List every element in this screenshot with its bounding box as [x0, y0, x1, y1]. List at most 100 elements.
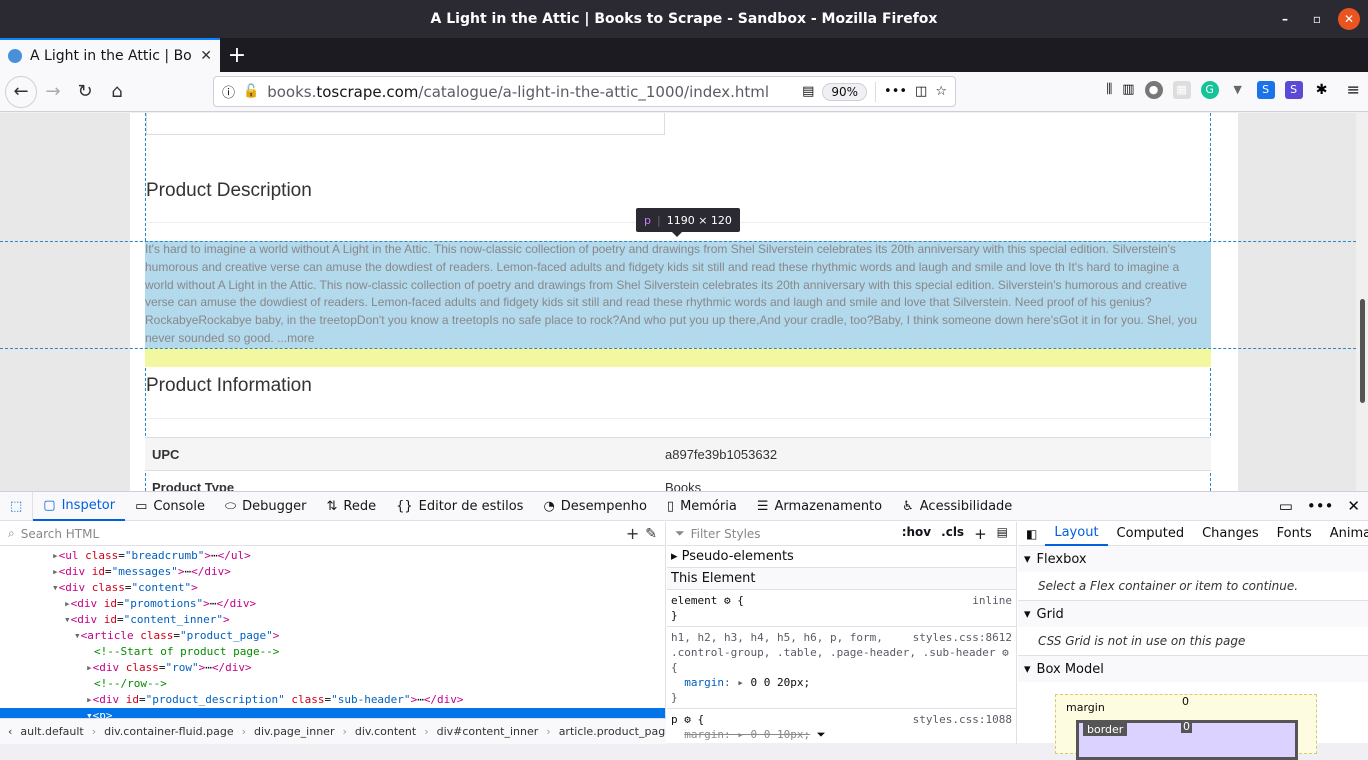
tree-node[interactable]: <!--/row--> — [0, 676, 665, 692]
site-info-icon[interactable]: ⓘ — [222, 82, 235, 101]
forward-button[interactable]: → — [37, 76, 69, 108]
insecure-lock-icon[interactable]: 🔓 — [243, 84, 259, 99]
element-picker-button[interactable]: ⬚ — [0, 491, 34, 521]
dock-icon[interactable]: ▭ — [1279, 497, 1293, 515]
gear-icon[interactable]: ⚙ — [684, 713, 691, 726]
eyedropper-icon[interactable]: ✎ — [645, 526, 657, 542]
tab-changes[interactable]: Changes — [1193, 522, 1268, 546]
add-node-icon[interactable]: + — [626, 524, 639, 543]
page-actions-icon[interactable]: ••• — [884, 84, 907, 99]
close-window-button[interactable]: ✕ — [1338, 8, 1360, 30]
extension-grid-icon[interactable]: ▦ — [1172, 80, 1191, 99]
tree-node[interactable]: ▸<div id="messages">⋯</div> — [0, 564, 665, 580]
breadcrumb-item[interactable]: ault.default — [20, 725, 83, 738]
tab-console[interactable]: ▭ Console — [125, 492, 215, 521]
performance-icon: ◔ — [543, 498, 555, 514]
element-rule[interactable]: inline element ⚙ {} — [667, 590, 1016, 627]
home-button[interactable]: ⌂ — [101, 76, 133, 108]
grammarly-icon[interactable]: G — [1200, 80, 1219, 99]
add-rule-icon[interactable]: + — [974, 525, 987, 543]
extension-paw-icon[interactable]: ✱ — [1313, 81, 1331, 99]
tab-accessibility[interactable]: ♿ Acessibilidade — [892, 492, 1022, 521]
tree-node[interactable]: ▾<article class="product_page"> — [0, 628, 665, 644]
search-html-input[interactable]: Search HTML — [21, 527, 99, 541]
toggle-sidebar-icon[interactable]: ◧ — [1018, 527, 1045, 541]
css-rule[interactable]: styles.css:8612 h1, h2, h3, h4, h5, h6, … — [667, 627, 1016, 709]
tab-inspector[interactable]: ▢ Inspetor — [33, 492, 126, 521]
rule-source[interactable]: inline — [972, 593, 1012, 608]
box-model-margin[interactable]: margin 0 border 0 — [1055, 694, 1317, 760]
tab-animations[interactable]: Animat — [1321, 522, 1368, 546]
browser-tab[interactable]: A Light in the Attic | Books to Scrape ✕ — [0, 38, 220, 72]
collapse-arrow-icon: ▾ — [1024, 551, 1031, 567]
tree-node[interactable]: <!--Start of product page--> — [0, 644, 665, 660]
breadcrumb-scroll-left-icon[interactable]: ‹ — [8, 725, 12, 738]
tab-strip: A Light in the Attic | Books to Scrape ✕… — [0, 38, 1368, 72]
tab-style-editor[interactable]: {} Editor de estilos — [386, 492, 533, 521]
breadcrumb-item[interactable]: div.content — [355, 725, 416, 738]
bookmark-star-icon[interactable]: ☆ — [935, 84, 947, 99]
tab-memory[interactable]: ▯ Memória — [657, 492, 747, 521]
tab-performance[interactable]: ◔ Desempenho — [533, 492, 656, 521]
print-media-icon[interactable]: ▤ — [997, 525, 1008, 543]
reload-button[interactable]: ↻ — [69, 76, 101, 108]
gear-icon[interactable]: ⚙ — [1002, 646, 1009, 659]
pocket-icon[interactable]: ◫ — [915, 84, 927, 99]
minimize-button[interactable]: – — [1274, 8, 1296, 30]
tab-computed[interactable]: Computed — [1108, 522, 1194, 546]
box-model-border[interactable]: border 0 — [1076, 720, 1298, 760]
console-icon: ▭ — [135, 498, 148, 514]
tree-node[interactable]: ▸<ul class="breadcrumb">⋯</ul> — [0, 548, 665, 564]
tab-debugger[interactable]: ⬭ Debugger — [215, 492, 316, 521]
breadcrumb: ‹ ault.default › div.container-fluid.page… — [0, 718, 666, 744]
breadcrumb-item[interactable]: div#content_inner — [437, 725, 539, 738]
back-button[interactable]: ← — [5, 75, 37, 108]
zoom-indicator[interactable]: 90% — [822, 82, 868, 101]
tab-layout[interactable]: Layout — [1045, 522, 1108, 546]
url-bar[interactable]: ⓘ 🔓 books.toscrape.com/catalogue/a-light… — [213, 76, 956, 107]
devtools-menu-icon[interactable]: ••• — [1307, 497, 1334, 515]
tab-storage[interactable]: ☰ Armazenamento — [747, 492, 892, 521]
tree-node[interactable]: ▾<div id="content_inner"> — [0, 612, 665, 628]
page-scrollbar[interactable] — [1356, 113, 1368, 491]
gear-icon[interactable]: ⚙ — [724, 594, 731, 607]
pseudo-elements-section[interactable]: ▸ Pseudo-elements — [667, 546, 1016, 568]
tree-node[interactable]: ▸<div class="row">⋯</div> — [0, 660, 665, 676]
menu-icon[interactable]: ≡ — [1347, 80, 1360, 99]
breadcrumb-item[interactable]: div.page_inner — [254, 725, 334, 738]
markup-tree[interactable]: ▸<ul class="breadcrumb">⋯</ul> ▸<div id=… — [0, 546, 665, 724]
flexbox-section: ▾ Flexbox Select a Flex container or item… — [1018, 546, 1368, 601]
library-icon[interactable]: ⫼ — [1106, 82, 1112, 97]
new-tab-button[interactable]: + — [220, 38, 254, 72]
css-rule[interactable]: styles.css:1088 p ⚙ { margin: ▸ 0 0 10px… — [667, 709, 1016, 745]
close-tab-icon[interactable]: ✕ — [200, 48, 212, 64]
extension-v-icon[interactable]: ▼ — [1229, 81, 1247, 99]
url-text[interactable]: books.toscrape.com/catalogue/a-light-in-… — [267, 83, 794, 101]
cls-toggle[interactable]: .cls — [941, 525, 964, 543]
sidebar-icon[interactable]: ▥ — [1122, 82, 1134, 97]
reader-view-icon[interactable]: ▤ — [802, 84, 814, 99]
close-devtools-icon[interactable]: ✕ — [1347, 497, 1360, 515]
tree-node[interactable]: ▸<div id="promotions">⋯</div> — [0, 596, 665, 612]
extension-s-purple-icon[interactable]: S — [1284, 80, 1303, 99]
tab-network[interactable]: ⇅ Rede — [316, 492, 386, 521]
box-model-header[interactable]: ▾ Box Model — [1018, 656, 1368, 682]
tree-node[interactable]: ▸<div id="product_description" class="su… — [0, 692, 665, 708]
grid-header[interactable]: ▾ Grid — [1018, 601, 1368, 627]
filter-styles-input[interactable]: Filter Styles — [691, 527, 761, 541]
rule-source[interactable]: styles.css:8612 — [913, 630, 1012, 645]
product-info-table: UPC a897fe39b1053632 Product Type Books — [145, 437, 1211, 491]
filter-icon[interactable]: ⏷ — [817, 728, 826, 741]
extension-s-blue-icon[interactable]: S — [1256, 80, 1275, 99]
extension-avatar-icon[interactable]: ● — [1144, 80, 1163, 99]
breadcrumb-item[interactable]: div.container-fluid.page — [104, 725, 234, 738]
product-information-heading: Product Information — [146, 375, 312, 396]
tab-fonts[interactable]: Fonts — [1268, 522, 1321, 546]
scrollbar-thumb[interactable] — [1360, 299, 1365, 403]
flexbox-header[interactable]: ▾ Flexbox — [1018, 546, 1368, 572]
rule-source[interactable]: styles.css:1088 — [913, 712, 1012, 727]
maximize-button[interactable]: ▫ — [1306, 8, 1328, 30]
hov-toggle[interactable]: :hov — [902, 525, 931, 543]
tree-node[interactable]: ▾<div class="content"> — [0, 580, 665, 596]
breadcrumb-item[interactable]: article.product_page — [559, 725, 666, 738]
